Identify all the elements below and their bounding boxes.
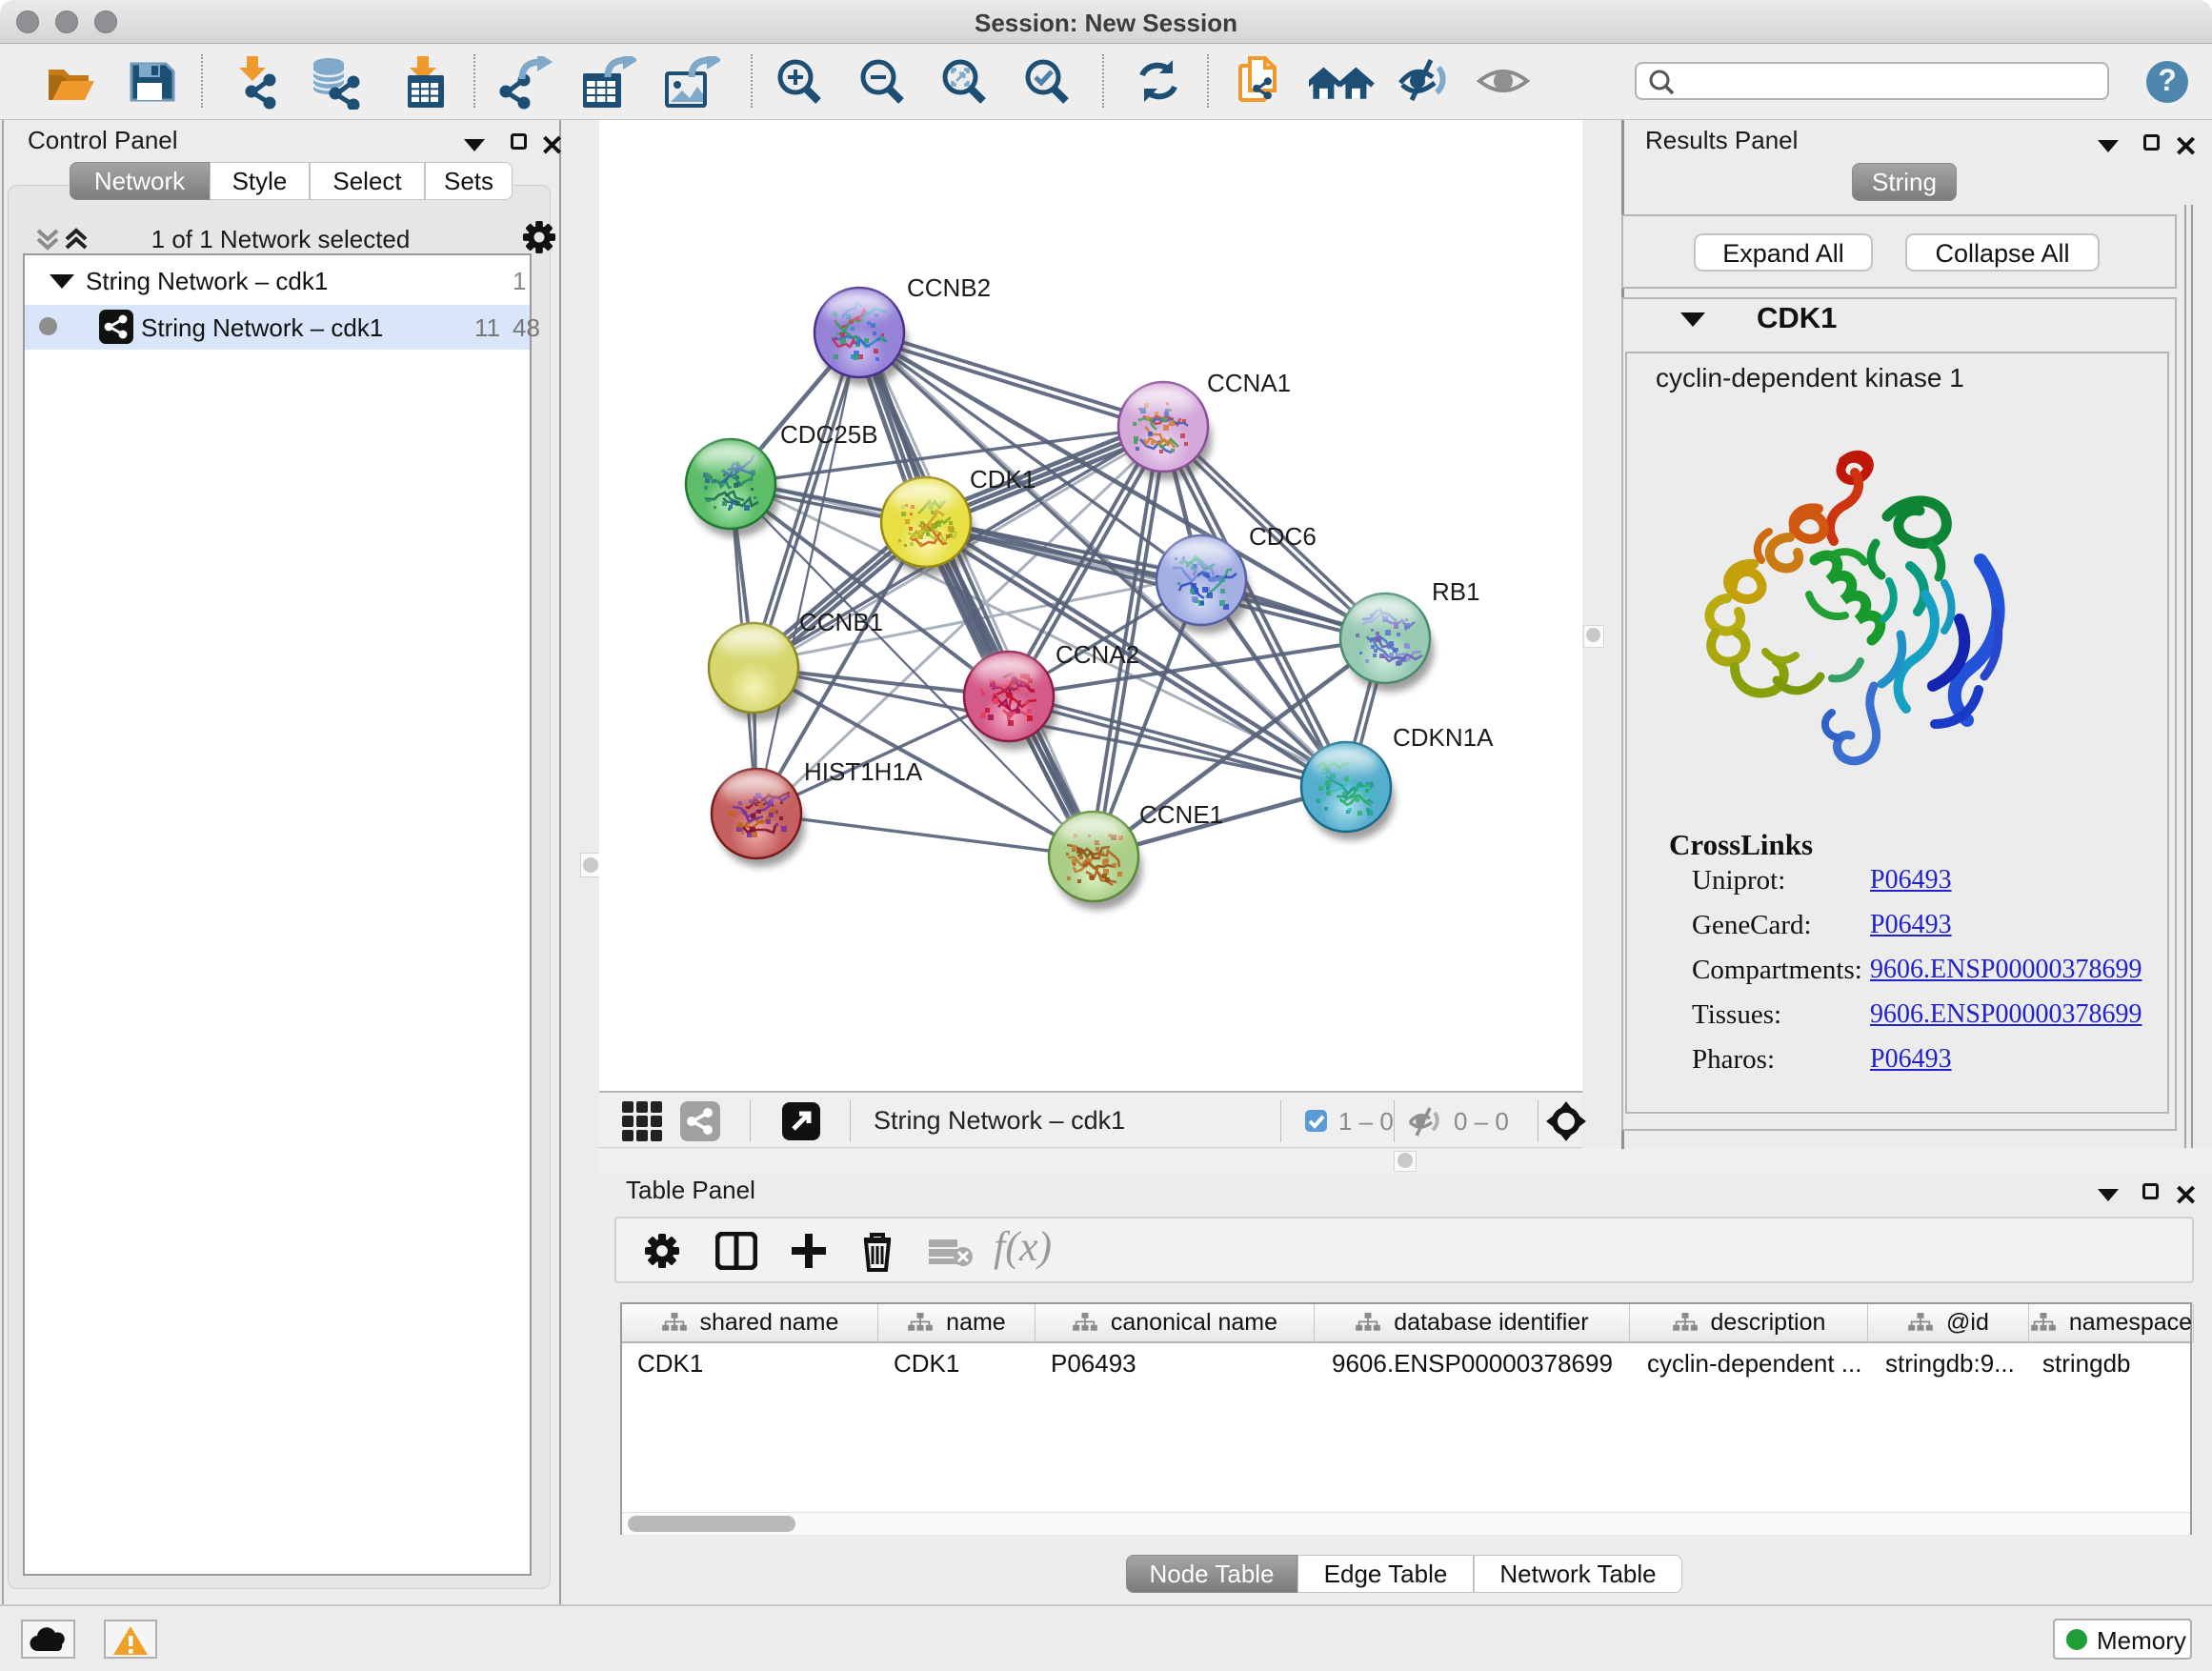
svg-text:RB1: RB1 [1432,577,1480,606]
svg-text:CCNE1: CCNE1 [1139,800,1223,829]
svg-text:CCNB2: CCNB2 [907,273,991,302]
svg-text:CDC25B: CDC25B [780,420,878,449]
svg-text:HIST1H1A: HIST1H1A [804,757,923,786]
svg-text:CCNA2: CCNA2 [1056,640,1139,669]
svg-text:CDK1: CDK1 [970,465,1036,493]
svg-text:CCNB1: CCNB1 [799,608,883,636]
svg-text:CCNA1: CCNA1 [1207,369,1291,397]
svg-text:CDKN1A: CDKN1A [1393,723,1494,752]
svg-text:CDC6: CDC6 [1249,522,1317,551]
